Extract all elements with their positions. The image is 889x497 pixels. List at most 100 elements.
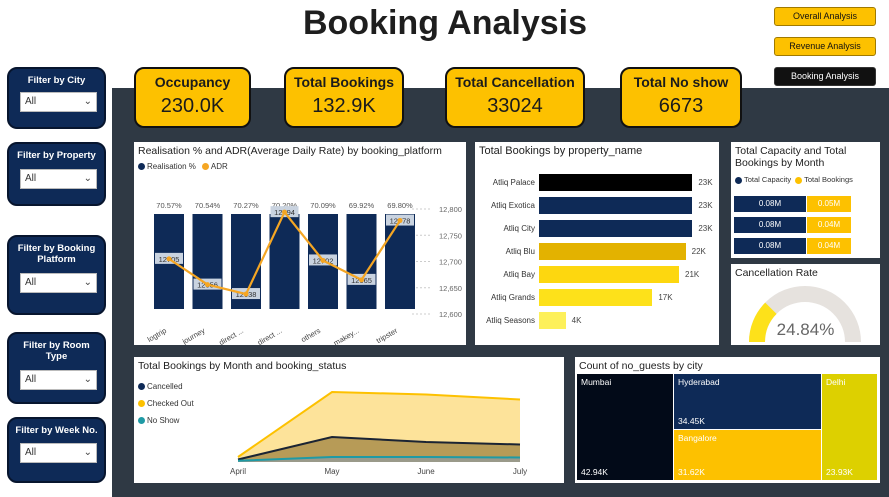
capacity-row[interactable]: 0.08M 0.04M xyxy=(734,217,854,233)
capacity-bar: 0.08M xyxy=(734,196,806,212)
nav-overall-analysis-button[interactable]: Overall Analysis xyxy=(774,7,876,26)
filter-label: Filter by Week No. xyxy=(15,425,98,436)
bookings-bar: 0.04M xyxy=(807,238,851,254)
status-chart-panel: Total Bookings by Month and booking_stat… xyxy=(134,357,564,483)
property-row[interactable]: Atliq Bay 21K xyxy=(477,266,717,284)
kpi-occupancy: Occupancy 230.0K xyxy=(134,67,251,128)
adr-point xyxy=(282,209,287,215)
adr-point xyxy=(397,218,403,224)
bookings-bar: 0.05M xyxy=(807,196,851,212)
chevron-down-icon: ⌄ xyxy=(83,374,92,385)
treemap-cell-hyderabad[interactable]: Hyderabad 34.45K xyxy=(674,374,821,429)
legend-item: Total Bookings xyxy=(795,175,853,184)
property-select[interactable]: All ⌄ xyxy=(20,169,97,189)
chart-legend: Total Capacity Total Bookings xyxy=(731,175,880,184)
y-axis-tick: 12,800 xyxy=(439,205,462,214)
property-bar xyxy=(539,174,693,191)
booking-platform-select[interactable]: All ⌄ xyxy=(20,273,97,293)
filter-city: Filter by City All ⌄ xyxy=(7,67,106,129)
chart-title: Realisation % and ADR(Average Daily Rate… xyxy=(138,145,442,157)
property-row[interactable]: Atliq City 23K xyxy=(477,220,717,238)
x-axis-tick: April xyxy=(230,467,246,476)
status-chart-svg: April May June July xyxy=(230,390,527,476)
x-axis-tick: journey xyxy=(180,326,207,345)
x-axis-tick: logtrip xyxy=(146,326,168,344)
chart-title: Total Bookings by property_name xyxy=(479,145,643,157)
treemap-cell-mumbai[interactable]: Mumbai 42.94K xyxy=(577,374,673,480)
x-axis-tick: June xyxy=(417,467,435,476)
x-axis-tick: May xyxy=(324,467,339,476)
x-axis-tick: makey... xyxy=(332,326,361,345)
chart-title: Total Capacity and Total Bookings by Mon… xyxy=(735,145,847,169)
chart-title: Cancellation Rate xyxy=(735,267,818,279)
adr-point xyxy=(243,291,249,297)
property-row[interactable]: Atliq Blu 22K xyxy=(477,243,717,261)
realisation-bar xyxy=(346,214,377,309)
legend-item: ADR xyxy=(201,162,228,171)
chart-legend: Realisation % ADR xyxy=(134,162,466,171)
property-row[interactable]: Atliq Palace 23K xyxy=(477,174,717,192)
kpi-label: Total Cancellation xyxy=(455,74,575,90)
adr-point xyxy=(359,277,364,283)
y-axis-tick: 12,750 xyxy=(439,231,462,240)
property-value: 22K xyxy=(691,247,706,256)
property-label: Atliq Grands xyxy=(490,293,535,302)
property-label: Atliq Exotica xyxy=(490,201,535,210)
kpi-value: 33024 xyxy=(487,95,543,117)
property-value: 4K xyxy=(571,316,582,325)
nav-booking-analysis-button[interactable]: Booking Analysis xyxy=(774,67,876,86)
property-value: 23K xyxy=(698,224,713,233)
property-label: Atliq Blu xyxy=(505,247,535,256)
property-row[interactable]: Atliq Exotica 23K xyxy=(477,197,717,215)
select-value: All xyxy=(25,173,37,184)
kpi-total-no-show: Total No show 6673 xyxy=(620,67,742,128)
y-axis-tick: 12,700 xyxy=(439,258,462,267)
capacity-bars: 0.08M 0.05M 0.08M 0.04M 0.08M 0.04M xyxy=(731,196,880,256)
room-type-select[interactable]: All ⌄ xyxy=(20,370,97,390)
property-value: 23K xyxy=(698,201,713,210)
bookings-bar: 0.04M xyxy=(807,217,851,233)
realisation-bar xyxy=(269,214,300,309)
x-axis-tick: tripster xyxy=(375,326,400,345)
page-title: Booking Analysis xyxy=(302,4,588,42)
realisation-bar xyxy=(192,214,223,309)
filter-room-type: Filter by Room Type All ⌄ xyxy=(7,332,106,404)
capacity-row[interactable]: 0.08M 0.05M xyxy=(734,196,854,212)
chevron-down-icon: ⌄ xyxy=(83,96,92,107)
property-label: Atliq Bay xyxy=(503,270,535,279)
select-value: All xyxy=(25,447,37,458)
week-no-select[interactable]: All ⌄ xyxy=(20,443,97,463)
filter-label: Filter by City xyxy=(27,75,86,86)
property-label: Atliq Palace xyxy=(492,178,535,187)
data-label: 70.54% xyxy=(195,201,221,210)
nav-revenue-analysis-button[interactable]: Revenue Analysis xyxy=(774,37,876,56)
property-row[interactable]: Atliq Grands 17K xyxy=(477,289,717,307)
kpi-total-cancellation: Total Cancellation 33024 xyxy=(445,67,585,128)
filter-week-no: Filter by Week No. All ⌄ xyxy=(7,417,106,483)
y-axis-tick: 12,600 xyxy=(439,310,462,319)
kpi-label: Total No show xyxy=(633,74,729,90)
property-bar xyxy=(539,243,686,260)
adr-point xyxy=(166,256,172,262)
kpi-value: 230.0K xyxy=(160,95,225,117)
chevron-down-icon: ⌄ xyxy=(83,173,92,184)
kpi-label: Occupancy xyxy=(154,74,231,90)
data-label: 70.27% xyxy=(233,201,259,210)
property-chart-panel: Total Bookings by property_name Atliq Pa… xyxy=(475,142,719,345)
y-axis-tick: 12,650 xyxy=(439,284,462,293)
treemap-cell-delhi[interactable]: Delhi 23.93K xyxy=(822,374,877,480)
city-select[interactable]: All ⌄ xyxy=(20,92,97,112)
select-value: All xyxy=(25,96,37,107)
data-label: 69.92% xyxy=(349,201,375,210)
legend-item: Realisation % xyxy=(138,162,196,171)
realisation-bar xyxy=(385,214,415,309)
data-label: 70.09% xyxy=(310,201,336,210)
capacity-chart-panel: Total Capacity and Total Bookings by Mon… xyxy=(731,142,880,258)
treemap-cell-bangalore[interactable]: Bangalore 31.62K xyxy=(674,430,821,480)
property-bar xyxy=(539,197,693,214)
filter-label: Filter by Property xyxy=(17,150,96,161)
kpi-total-bookings: Total Bookings 132.9K xyxy=(284,67,404,128)
property-row[interactable]: Atliq Seasons 4K xyxy=(477,312,717,330)
chart-title: Count of no_guests by city xyxy=(579,360,703,372)
capacity-row[interactable]: 0.08M 0.04M xyxy=(734,238,854,254)
